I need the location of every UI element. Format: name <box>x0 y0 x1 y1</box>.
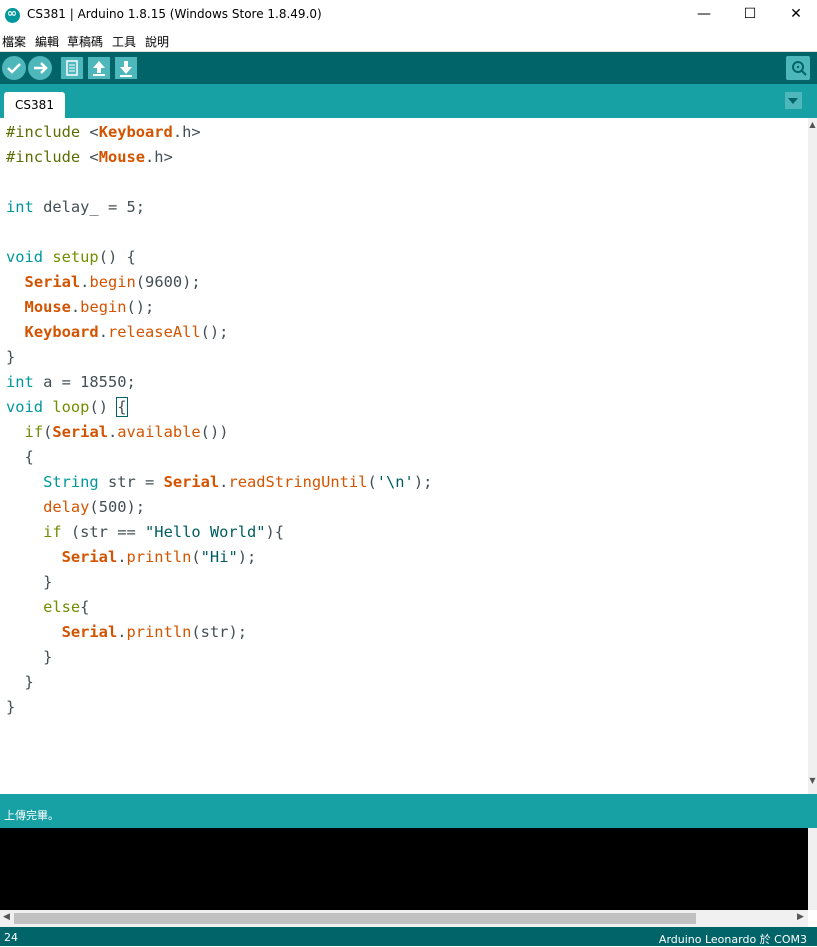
verify-icon <box>7 63 21 74</box>
new-button[interactable] <box>61 57 83 79</box>
code-editor[interactable]: #include <Keyboard.h> #include <Mouse.h>… <box>0 118 808 794</box>
code-line: else{ <box>43 598 90 616</box>
scroll-left-icon[interactable]: ◀ <box>3 912 10 922</box>
status-message: 上傳完畢。 <box>4 809 59 822</box>
line-number: 24 <box>4 931 18 944</box>
minimize-icon: — <box>697 6 711 22</box>
code-line: #include <Mouse.h> <box>6 148 173 166</box>
save-icon <box>120 61 132 77</box>
code-line: Mouse.begin(); <box>24 298 155 316</box>
tab-cs381[interactable]: CS381 <box>4 92 65 118</box>
open-icon <box>93 61 105 76</box>
code-line: Serial.begin(9600); <box>24 273 201 291</box>
tab-bar: CS381 <box>0 84 817 118</box>
code-line: { <box>6 448 34 466</box>
open-button[interactable] <box>88 57 110 79</box>
upload-button[interactable] <box>28 56 52 80</box>
code-line: delay(500); <box>43 498 146 516</box>
editor-scrollbar[interactable]: ▲ ▼ <box>808 118 817 794</box>
maximize-icon: ☐ <box>743 6 757 22</box>
code-line: int delay_ = 5; <box>6 198 146 216</box>
footer-bar: 24 Arduino Leonardo 於 COM3 <box>0 927 817 946</box>
close-button[interactable]: ✕ <box>773 0 817 31</box>
verify-button[interactable] <box>2 56 26 80</box>
tab-menu-icon[interactable] <box>785 92 802 109</box>
code-line: void loop() { <box>6 397 128 417</box>
serial-monitor-button[interactable] <box>786 56 810 80</box>
menu-help[interactable]: 說明 <box>145 33 169 50</box>
code-line: #include <Keyboard.h> <box>6 123 201 141</box>
arduino-logo-icon <box>5 6 20 23</box>
menu-sketch[interactable]: 草稿碼 <box>67 33 103 50</box>
code-line: } <box>6 648 53 666</box>
code-line: if (str == "Hello World"){ <box>43 523 285 541</box>
console-output <box>0 828 808 910</box>
board-port: Arduino Leonardo 於 COM3 <box>658 933 807 946</box>
maximize-button[interactable]: ☐ <box>727 0 773 31</box>
console-scrollbar[interactable] <box>808 828 817 910</box>
console-horizontal-scrollbar[interactable]: ◀ ▶ <box>0 910 808 927</box>
upload-icon <box>34 62 48 74</box>
menu-edit[interactable]: 編輯 <box>35 33 59 50</box>
scroll-thumb[interactable] <box>14 913 696 924</box>
code-line: } <box>6 573 53 591</box>
scroll-up-icon[interactable]: ▲ <box>808 120 817 129</box>
code-line: String str = Serial.readStringUntil('\n'… <box>43 473 433 491</box>
menu-tools[interactable]: 工具 <box>112 33 136 50</box>
code-line: if(Serial.available()) <box>24 423 229 441</box>
code-line: Keyboard.releaseAll(); <box>24 323 229 341</box>
close-icon: ✕ <box>790 6 802 22</box>
title-bar: CS381 | Arduino 1.8.15 (Windows Store 1.… <box>0 0 817 31</box>
tab-label: CS381 <box>15 98 54 112</box>
scroll-down-icon[interactable]: ▼ <box>808 776 817 785</box>
menu-bar: 檔案 編輯 草稿碼 工具 說明 <box>0 31 817 52</box>
scroll-right-icon[interactable]: ▶ <box>797 912 804 922</box>
code-line: } <box>6 673 34 691</box>
code-line: } <box>6 698 16 716</box>
minimize-button[interactable]: — <box>681 0 727 31</box>
status-bar: 上傳完畢。 <box>0 794 817 828</box>
code-line: } <box>6 348 16 366</box>
code-line: Serial.println(str); <box>61 623 247 641</box>
code-line: int a = 18550; <box>6 373 136 391</box>
code-line: Serial.println("Hi"); <box>61 548 257 566</box>
code-line: void setup() { <box>6 248 136 266</box>
serial-monitor-icon <box>792 61 807 76</box>
save-button[interactable] <box>115 57 137 79</box>
menu-file[interactable]: 檔案 <box>2 33 26 50</box>
window-title: CS381 | Arduino 1.8.15 (Windows Store 1.… <box>27 7 322 21</box>
new-icon <box>66 60 78 76</box>
